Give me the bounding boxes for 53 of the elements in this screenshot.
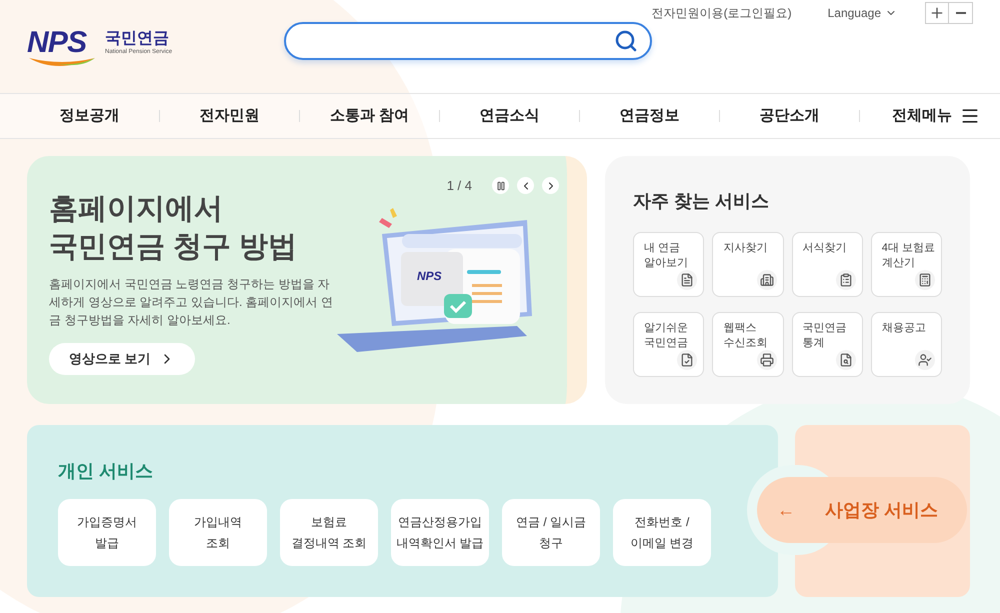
service-tile[interactable]: 웹팩스 수신조회: [712, 312, 784, 377]
zoom-in-button[interactable]: [925, 2, 949, 24]
minus-icon: [956, 12, 966, 14]
document-check-icon: [680, 353, 694, 367]
nav-item[interactable]: 정보공개: [20, 104, 159, 128]
panel-title: 자주 찾는 서비스: [633, 190, 770, 213]
clipboard-icon: [838, 273, 853, 287]
building-icon: [760, 273, 774, 287]
panel-title: 개인 서비스: [58, 460, 154, 483]
printer-icon: [760, 353, 774, 367]
hero-title: 홈페이지에서: [49, 192, 224, 227]
login-required-link[interactable]: 전자민원이용(로그인필요): [652, 4, 792, 22]
arrow-icon: ←: [777, 496, 795, 524]
nav-item[interactable]: 공단소개: [720, 104, 859, 128]
slide-counter: 1 / 4: [446, 177, 472, 195]
service-tile[interactable]: 국민연금 통계: [792, 312, 863, 377]
service-tile[interactable]: 알기쉬운 국민연금: [633, 312, 704, 377]
search-icon: [614, 29, 638, 53]
previous-button[interactable]: [517, 177, 534, 194]
nav-item[interactable]: 소통과 참여: [300, 104, 439, 128]
document-icon: [680, 273, 694, 287]
logo-text: NPS: [27, 26, 86, 59]
logo-name: 국민연금: [105, 29, 170, 48]
service-tile[interactable]: 4대 보험료 계산기: [870, 232, 942, 297]
service-tile[interactable]: 채용공고: [870, 312, 942, 377]
plus-icon: [929, 5, 945, 21]
personal-service-button[interactable]: 가입내역 조회: [169, 499, 267, 566]
personal-service-button[interactable]: 전화번호 / 이메일 변경: [613, 499, 711, 566]
personal-service-button[interactable]: 보험료 결정내역 조회: [280, 499, 378, 566]
personal-service-button[interactable]: 연금 / 일시금 청구: [502, 499, 600, 566]
pause-icon: [496, 180, 506, 191]
pause-button[interactable]: [492, 177, 509, 194]
personal-service-button[interactable]: 연금산정용가입 내역확인서 발급: [391, 499, 489, 566]
nav-item[interactable]: 연금정보: [580, 104, 719, 128]
service-tile[interactable]: 내 연금 알아보기: [633, 232, 704, 297]
zoom-out-button[interactable]: [949, 2, 973, 24]
watch-video-button[interactable]: 영상으로 보기: [49, 343, 195, 375]
calculator-icon: [918, 273, 932, 287]
person-check-icon: [918, 353, 932, 367]
hero-title: 국민연금 청구 방법: [49, 230, 298, 265]
illustration-logo: NPS: [417, 268, 442, 285]
business-services-label: 사업장 서비스: [825, 498, 938, 522]
nav-item[interactable]: 전자민원: [160, 104, 299, 128]
service-tile[interactable]: 지사찾기: [712, 232, 784, 297]
hero-description: 홈페이지에서 국민연금 노령연금 청구하는 방법을 자세하게 영상으로 알려주고 있습니다. 홈페이지에서 연금 청구방법을 자세히 알아보세요.: [49, 276, 334, 329]
all-menu-button[interactable]: 전체메뉴: [860, 104, 980, 128]
language-dropdown[interactable]: Language: [828, 4, 897, 22]
service-tile[interactable]: 서식찾기: [792, 232, 863, 297]
nav-item[interactable]: 연금소식: [440, 104, 579, 128]
document-search-icon: [838, 353, 853, 367]
next-button[interactable]: [542, 177, 559, 194]
search-field[interactable]: [284, 22, 652, 60]
personal-service-button[interactable]: 가입증명서 발급: [58, 499, 156, 566]
